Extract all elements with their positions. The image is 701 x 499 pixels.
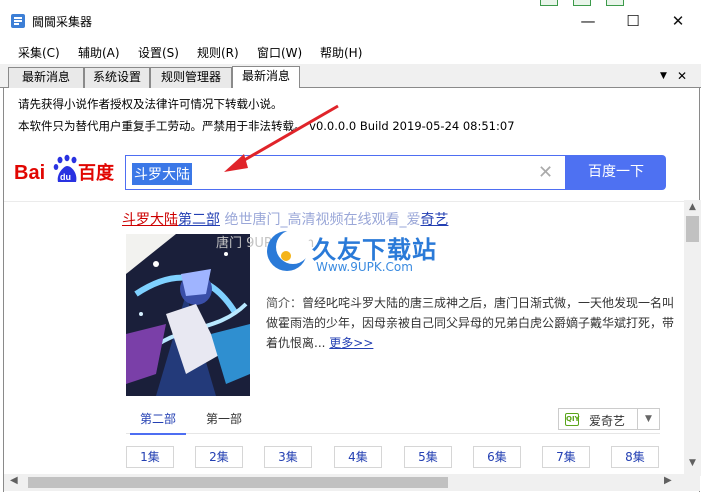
content-panel: 请先获得小说作者授权及法律许可情况下转载小说。 本软件只为替代用户重复手工劳动。… <box>3 88 701 493</box>
scroll-left-icon[interactable]: ◀ <box>10 475 18 486</box>
svg-text:Bai: Bai <box>14 162 45 184</box>
window-bottom-edge <box>0 492 701 499</box>
result-description: 简介：曾经叱咤斗罗大陆的唐三成神之后，唐门日渐式微，一天他发现一名叫做霍雨浩的少… <box>266 296 675 350</box>
source-selector[interactable]: QIY 爱奇艺 ▼ <box>558 408 660 430</box>
moon-logo-icon <box>267 230 310 271</box>
episode-button[interactable]: 6集 <box>473 446 521 468</box>
baidu-logo: Bai du 百度 <box>14 154 115 184</box>
title-bar: 閫閫采集器 — ☐ ✕ <box>0 0 701 40</box>
iqiyi-icon: QIY <box>565 413 580 426</box>
scrollbar-corner <box>681 474 700 491</box>
menu-help[interactable]: 帮助(H) <box>320 44 362 61</box>
vertical-scroll-thumb[interactable] <box>686 216 699 242</box>
watermark: 久友下载站 Www.9UPK.Com <box>264 224 469 280</box>
menu-settings[interactable]: 设置(S) <box>138 44 179 61</box>
menu-rules[interactable]: 规则(R) <box>197 44 239 61</box>
tab-list-dropdown-icon[interactable]: ▼ <box>660 71 667 81</box>
document-tabs: 最新消息 系统设置 规则管理器 最新消息 ▼ ✕ <box>0 64 701 88</box>
episode-button[interactable]: 7集 <box>542 446 590 468</box>
tab-latest-news[interactable]: 最新消息 <box>8 67 84 88</box>
close-button[interactable]: ✕ <box>655 6 701 36</box>
scroll-up-icon[interactable]: ▲ <box>684 202 701 216</box>
vertical-scrollbar[interactable]: ▲ ▼ <box>684 200 701 476</box>
tab-system-settings[interactable]: 系统设置 <box>84 67 150 88</box>
tab-season-2[interactable]: 第二部 <box>129 410 187 435</box>
episode-button[interactable]: 5集 <box>404 446 452 468</box>
episode-button[interactable]: 2集 <box>195 446 243 468</box>
menu-bar: 采集(C) 辅助(A) 设置(S) 规则(R) 窗口(W) 帮助(H) <box>0 40 701 62</box>
search-query-text: 斗罗大陆 <box>132 163 192 185</box>
taskbar-fragment <box>540 0 558 6</box>
annotation-arrow <box>224 104 339 172</box>
horizontal-scrollbar[interactable]: ◀ ▶ <box>3 474 681 491</box>
menu-assist[interactable]: 辅助(A) <box>78 44 120 61</box>
episode-button[interactable]: 8集 <box>611 446 659 468</box>
scroll-down-icon[interactable]: ▼ <box>684 458 701 472</box>
minimize-button[interactable]: — <box>565 6 611 36</box>
cover-image[interactable] <box>126 234 250 396</box>
episode-button[interactable]: 4集 <box>334 446 382 468</box>
svg-text:du: du <box>60 172 71 182</box>
svg-text:百度: 百度 <box>78 162 115 184</box>
window-title: 閫閫采集器 <box>32 15 93 29</box>
search-button[interactable]: 百度一下 <box>566 155 666 190</box>
menu-window[interactable]: 窗口(W) <box>257 44 302 61</box>
chevron-down-icon[interactable]: ▼ <box>637 409 659 429</box>
watermark-url: Www.9UPK.Com <box>316 260 413 274</box>
maximize-button[interactable]: ☐ <box>610 6 656 36</box>
episode-button[interactable]: 1集 <box>126 446 174 468</box>
menu-collect[interactable]: 采集(C) <box>18 44 60 61</box>
episode-button[interactable]: 3集 <box>264 446 312 468</box>
tab-close-icon[interactable]: ✕ <box>677 69 687 83</box>
scroll-right-icon[interactable]: ▶ <box>664 475 672 486</box>
tab-season-1[interactable]: 第一部 <box>206 410 242 427</box>
tab-rule-manager[interactable]: 规则管理器 <box>150 67 232 88</box>
horizontal-scroll-thumb[interactable] <box>28 477 448 488</box>
clear-icon[interactable]: ✕ <box>538 162 553 183</box>
app-icon <box>11 14 25 28</box>
source-label: 爱奇艺 <box>589 414 626 428</box>
more-link[interactable]: 更多>> <box>329 336 373 350</box>
season-tabs: 第二部 第一部 QIY 爱奇艺 ▼ <box>126 404 660 435</box>
tab-latest-news-active[interactable]: 最新消息 <box>232 66 300 88</box>
